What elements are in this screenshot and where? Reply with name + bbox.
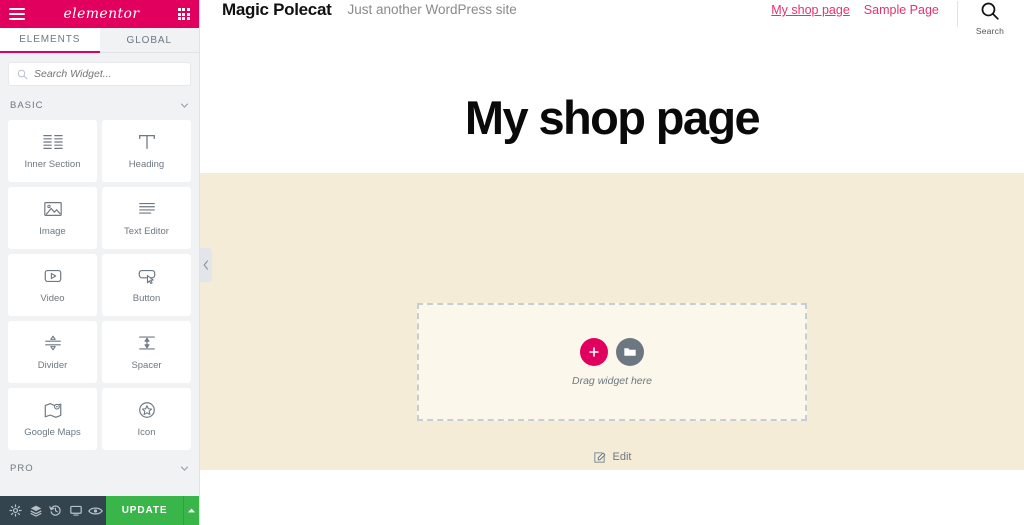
panel-body: BASIC [0, 53, 199, 496]
widget-search-box[interactable] [8, 62, 191, 86]
history-icon[interactable] [46, 496, 66, 525]
widget-icon[interactable]: Icon [102, 388, 191, 450]
divider-arrows-icon [44, 335, 61, 351]
panel-header: elementor [0, 0, 199, 28]
update-options-caret-icon[interactable] [183, 496, 200, 525]
search-icon [17, 69, 28, 79]
paragraph-lines-icon [138, 202, 155, 214]
edit-label: Edit [612, 451, 632, 463]
widget-label: Button [132, 293, 161, 304]
update-button[interactable]: UPDATE [105, 496, 184, 525]
site-header: Magic Polecat Just another WordPress sit… [200, 0, 1024, 38]
responsive-mode-icon[interactable] [66, 496, 86, 525]
folder-icon [624, 347, 636, 356]
widget-dropzone[interactable]: Drag widget here [417, 303, 807, 421]
tab-global[interactable]: GLOBAL [99, 28, 199, 53]
widget-inner-section[interactable]: Inner Section [8, 120, 97, 182]
columns-icon [42, 135, 63, 149]
edit-pencil-icon [593, 451, 605, 463]
tab-elements[interactable]: ELEMENTS [0, 28, 100, 53]
elementor-panel: elementor ELEMENTS GLOBAL BASIC [0, 0, 200, 525]
search-label: Search [975, 26, 1004, 36]
content-section[interactable]: Drag widget here Edit [200, 173, 1024, 470]
map-pin-icon [44, 403, 61, 418]
nav-link-my-shop-page[interactable]: My shop page [771, 1, 850, 19]
widget-label: Spacer [131, 360, 162, 371]
widget-label: Inner Section [24, 159, 81, 170]
site-nav: My shop page Sample Page Search [771, 0, 1004, 40]
chevron-down-icon [181, 103, 188, 108]
button-cursor-icon [138, 269, 155, 284]
panel-footer: UPDATE [0, 496, 200, 525]
search-input[interactable] [34, 68, 182, 80]
widget-google-maps[interactable]: Google Maps [8, 388, 97, 450]
widget-label: Icon [137, 427, 156, 438]
page-title[interactable]: My shop page [200, 93, 1024, 143]
section-basic-label: BASIC [10, 100, 44, 111]
site-search-button[interactable]: Search [976, 1, 1004, 40]
widget-label: Text Editor [124, 226, 169, 237]
chevron-left-icon [203, 260, 209, 270]
widget-grid: Inner Section Heading Image Text Editor … [8, 120, 191, 450]
nav-link-sample-page[interactable]: Sample Page [864, 1, 939, 19]
widget-label: Google Maps [24, 427, 81, 438]
nav-separator [956, 1, 958, 27]
plus-icon [589, 346, 599, 357]
add-widget-button[interactable] [580, 337, 608, 366]
site-title[interactable]: Magic Polecat [222, 0, 332, 19]
preview-eye-icon[interactable] [86, 496, 106, 525]
page-hero: My shop page [200, 38, 1024, 173]
hamburger-icon[interactable] [9, 8, 25, 20]
widget-label: Divider [37, 360, 68, 371]
chevron-down-icon [181, 466, 188, 471]
search-icon [981, 2, 999, 20]
settings-icon[interactable] [6, 496, 26, 525]
elementor-logo: elementor [63, 6, 140, 22]
dropzone-hint: Drag widget here [572, 374, 652, 387]
panel-tabs: ELEMENTS GLOBAL [0, 28, 199, 53]
widget-button[interactable]: Button [102, 254, 191, 316]
add-template-button[interactable] [616, 337, 644, 366]
section-pro-header[interactable]: PRO [8, 461, 191, 483]
widget-spacer[interactable]: Spacer [102, 321, 191, 383]
star-circle-icon [138, 402, 155, 418]
widget-label: Heading [128, 159, 165, 170]
navigator-layers-icon[interactable] [26, 496, 46, 525]
dropzone-buttons [580, 337, 644, 366]
section-edit-bar[interactable]: Edit [200, 444, 1024, 470]
picture-icon [43, 202, 62, 216]
page-preview: Magic Polecat Just another WordPress sit… [200, 0, 1024, 525]
widget-text-editor[interactable]: Text Editor [102, 187, 191, 249]
spacer-arrows-icon [138, 336, 155, 350]
widget-divider[interactable]: Divider [8, 321, 97, 383]
text-t-icon [138, 135, 155, 149]
site-tagline: Just another WordPress site [347, 2, 517, 17]
widget-label: Video [40, 293, 65, 304]
panel-collapse-handle[interactable] [200, 248, 212, 282]
widget-video[interactable]: Video [8, 254, 97, 316]
elementor-editor: elementor ELEMENTS GLOBAL BASIC [0, 0, 1024, 525]
section-pro-label: PRO [10, 463, 34, 474]
grid-apps-icon[interactable] [177, 8, 190, 20]
play-rect-icon [44, 269, 61, 283]
section-basic-header[interactable]: BASIC [8, 98, 191, 120]
widget-image[interactable]: Image [8, 187, 97, 249]
widget-label: Image [39, 226, 66, 237]
widget-heading[interactable]: Heading [102, 120, 191, 182]
